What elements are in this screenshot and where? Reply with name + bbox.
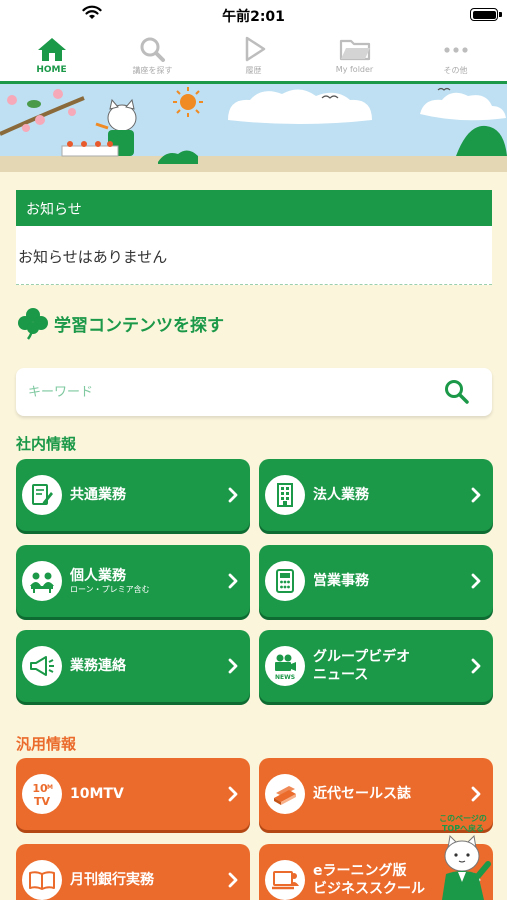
notice-panel: お知らせ お知らせはありません (16, 190, 492, 285)
keyword-input[interactable] (28, 378, 428, 406)
corporate-business-label: 法人業務 (313, 486, 369, 503)
play-icon (245, 36, 265, 62)
chevron-right-icon (228, 872, 238, 888)
modern-sales-magazine-label: 近代セールス誌 (313, 785, 411, 802)
calculator-icon (265, 561, 305, 601)
10mtv-logo-icon: 10 M TV (22, 774, 62, 814)
learning-content-heading: 学習コンテンツを探す (16, 305, 224, 341)
group-video-news-button[interactable]: NEWS グループビデオ ニュース (259, 630, 493, 702)
tab-search-label: 講座を探す (132, 66, 173, 75)
status-time: 午前2:01 (222, 9, 285, 25)
tab-history-label: 履歴 (245, 66, 262, 75)
home-icon (37, 38, 66, 61)
megaphone-icon (22, 646, 62, 686)
battery-icon (470, 8, 502, 21)
svg-text:NEWS: NEWS (275, 674, 295, 680)
status-bar: 午前2:01 (0, 0, 507, 30)
common-business-button[interactable]: 共通業務 (16, 459, 250, 531)
cat-mascot-icon (442, 834, 491, 900)
keyword-search-box (16, 368, 492, 416)
chevron-right-icon (471, 786, 481, 802)
header-banner-illustration (0, 84, 507, 172)
personal-business-button[interactable]: 個人業務 ローン・プレミア含む (16, 545, 250, 617)
consultation-icon (22, 561, 62, 601)
corporate-business-button[interactable]: 法人業務 (259, 459, 493, 531)
10mtv-button[interactable]: 10 M TV 10MTV (16, 758, 250, 830)
monthly-banking-practice-button[interactable]: 月刊銀行実務 (16, 844, 250, 900)
chevron-right-icon (228, 786, 238, 802)
back-to-top-button[interactable]: このページの TOPへ戻る (430, 808, 507, 900)
search-button-icon[interactable] (444, 379, 470, 405)
personal-business-label: 個人業務 (70, 568, 126, 585)
chevron-right-icon (228, 573, 238, 589)
notice-message: お知らせはありません (18, 248, 168, 266)
books-icon (265, 774, 305, 814)
internal-info-heading: 社内情報 (16, 435, 77, 453)
more-icon (443, 47, 468, 53)
document-edit-icon (22, 475, 62, 515)
chevron-right-icon (471, 658, 481, 674)
personal-business-text: 個人業務 ローン・プレミア含む (70, 567, 228, 595)
building-icon (265, 475, 305, 515)
news-camera-icon: NEWS (265, 646, 305, 686)
sales-admin-button[interactable]: 営業事務 (259, 545, 493, 617)
business-notice-label: 業務連絡 (70, 657, 126, 674)
svg-text:10: 10 (32, 782, 48, 795)
chevron-right-icon (228, 487, 238, 503)
chevron-right-icon (471, 573, 481, 589)
monthly-banking-practice-label: 月刊銀行実務 (70, 871, 154, 888)
common-business-label: 共通業務 (70, 486, 126, 503)
tab-my-folder[interactable]: My folder (304, 30, 405, 81)
clover-icon (18, 308, 48, 340)
svg-text:M: M (47, 784, 53, 791)
group-video-news-line1: グループビデオ (313, 648, 411, 665)
tab-history[interactable]: 履歴 (203, 30, 304, 81)
chevron-right-icon (471, 487, 481, 503)
top-tab-bar: HOME 講座を探す 履歴 My folder その他 (0, 30, 507, 84)
chevron-right-icon (228, 658, 238, 674)
personal-business-sublabel: ローン・プレミア含む (70, 585, 150, 595)
svg-text:TV: TV (34, 795, 51, 808)
folder-icon (339, 39, 370, 61)
group-video-news-line2: ニュース (313, 667, 369, 683)
tab-search-courses[interactable]: 講座を探す (102, 30, 203, 81)
learning-content-title: 学習コンテンツを探す (54, 315, 224, 336)
notice-title: お知らせ (16, 190, 492, 226)
tab-home-label: HOME (36, 65, 67, 75)
elearning-icon (265, 860, 305, 900)
group-video-news-text: グループビデオ ニュース (313, 648, 471, 684)
search-icon (140, 37, 165, 62)
open-book-icon (22, 860, 62, 900)
general-info-heading: 汎用情報 (16, 735, 77, 753)
tab-home[interactable]: HOME (1, 30, 102, 81)
10mtv-label: 10MTV (70, 785, 124, 802)
sales-admin-label: 営業事務 (313, 572, 369, 589)
business-notice-button[interactable]: 業務連絡 (16, 630, 250, 702)
tab-my-folder-label: My folder (335, 65, 374, 74)
tab-others-label: その他 (443, 66, 468, 75)
tab-others[interactable]: その他 (405, 30, 506, 81)
